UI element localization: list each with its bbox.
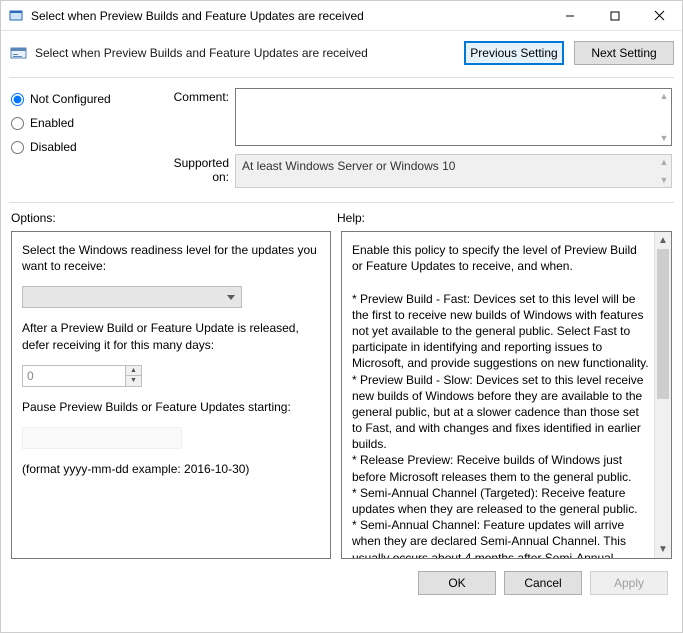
subheader: Select when Preview Builds and Feature U… [1, 31, 682, 73]
supported-on-text: At least Windows Server or Windows 10 [242, 159, 455, 173]
defer-days-value: 0 [27, 369, 34, 383]
radio-not-configured[interactable]: Not Configured [11, 92, 141, 106]
comment-scroll: ▲▼ [659, 91, 669, 143]
maximize-button[interactable] [592, 1, 637, 31]
comment-textarea[interactable]: ▲▼ [235, 88, 672, 146]
comment-label: Comment: [155, 88, 235, 146]
scroll-thumb[interactable] [657, 249, 669, 399]
titlebar: Select when Preview Builds and Feature U… [1, 1, 682, 31]
help-scrollbar[interactable]: ▲ ▼ [654, 232, 671, 558]
help-heading: Help: [337, 211, 672, 225]
pause-label: Pause Preview Builds or Feature Updates … [22, 399, 320, 415]
spin-down-button[interactable]: ▼ [126, 376, 141, 386]
pause-date-input[interactable] [22, 427, 182, 449]
radio-enabled-label: Enabled [30, 116, 74, 130]
radio-disabled-label: Disabled [30, 140, 77, 154]
policy-title: Select when Preview Builds and Feature U… [35, 46, 454, 60]
options-heading: Options: [11, 211, 337, 225]
spin-up-button[interactable]: ▲ [126, 366, 141, 377]
readiness-label: Select the Windows readiness level for t… [22, 242, 320, 274]
state-radio-group: Not Configured Enabled Disabled [11, 88, 141, 196]
help-panel: Enable this policy to specify the level … [341, 231, 672, 559]
supported-on-field: At least Windows Server or Windows 10 ▲▼ [235, 154, 672, 188]
defer-days-input[interactable]: 0 ▲ ▼ [22, 365, 142, 387]
format-hint: (format yyyy-mm-dd example: 2016-10-30) [22, 461, 320, 477]
next-setting-button[interactable]: Next Setting [574, 41, 674, 65]
cancel-button[interactable]: Cancel [504, 571, 582, 595]
radio-disabled-input[interactable] [11, 141, 24, 154]
options-panel: Select the Windows readiness level for t… [11, 231, 331, 559]
scroll-down-button[interactable]: ▼ [655, 541, 672, 558]
radio-enabled[interactable]: Enabled [11, 116, 141, 130]
radio-enabled-input[interactable] [11, 117, 24, 130]
app-icon [7, 7, 25, 25]
close-button[interactable] [637, 1, 682, 31]
window-title: Select when Preview Builds and Feature U… [31, 9, 547, 23]
policy-icon [9, 43, 29, 63]
apply-button[interactable]: Apply [590, 571, 668, 595]
divider [9, 202, 674, 203]
dialog-footer: OK Cancel Apply [1, 559, 682, 595]
help-text: Enable this policy to specify the level … [352, 242, 649, 559]
radio-not-configured-label: Not Configured [30, 92, 111, 106]
previous-setting-button[interactable]: Previous Setting [464, 41, 564, 65]
ok-button[interactable]: OK [418, 571, 496, 595]
minimize-button[interactable] [547, 1, 592, 31]
defer-label: After a Preview Build or Feature Update … [22, 320, 320, 352]
scroll-up-button[interactable]: ▲ [655, 232, 672, 249]
supported-scroll: ▲▼ [659, 157, 669, 185]
divider [9, 77, 674, 78]
supported-label: Supported on: [155, 154, 235, 188]
radio-disabled[interactable]: Disabled [11, 140, 141, 154]
radio-not-configured-input[interactable] [11, 93, 24, 106]
scroll-track[interactable] [655, 249, 671, 541]
readiness-select[interactable] [22, 286, 242, 308]
